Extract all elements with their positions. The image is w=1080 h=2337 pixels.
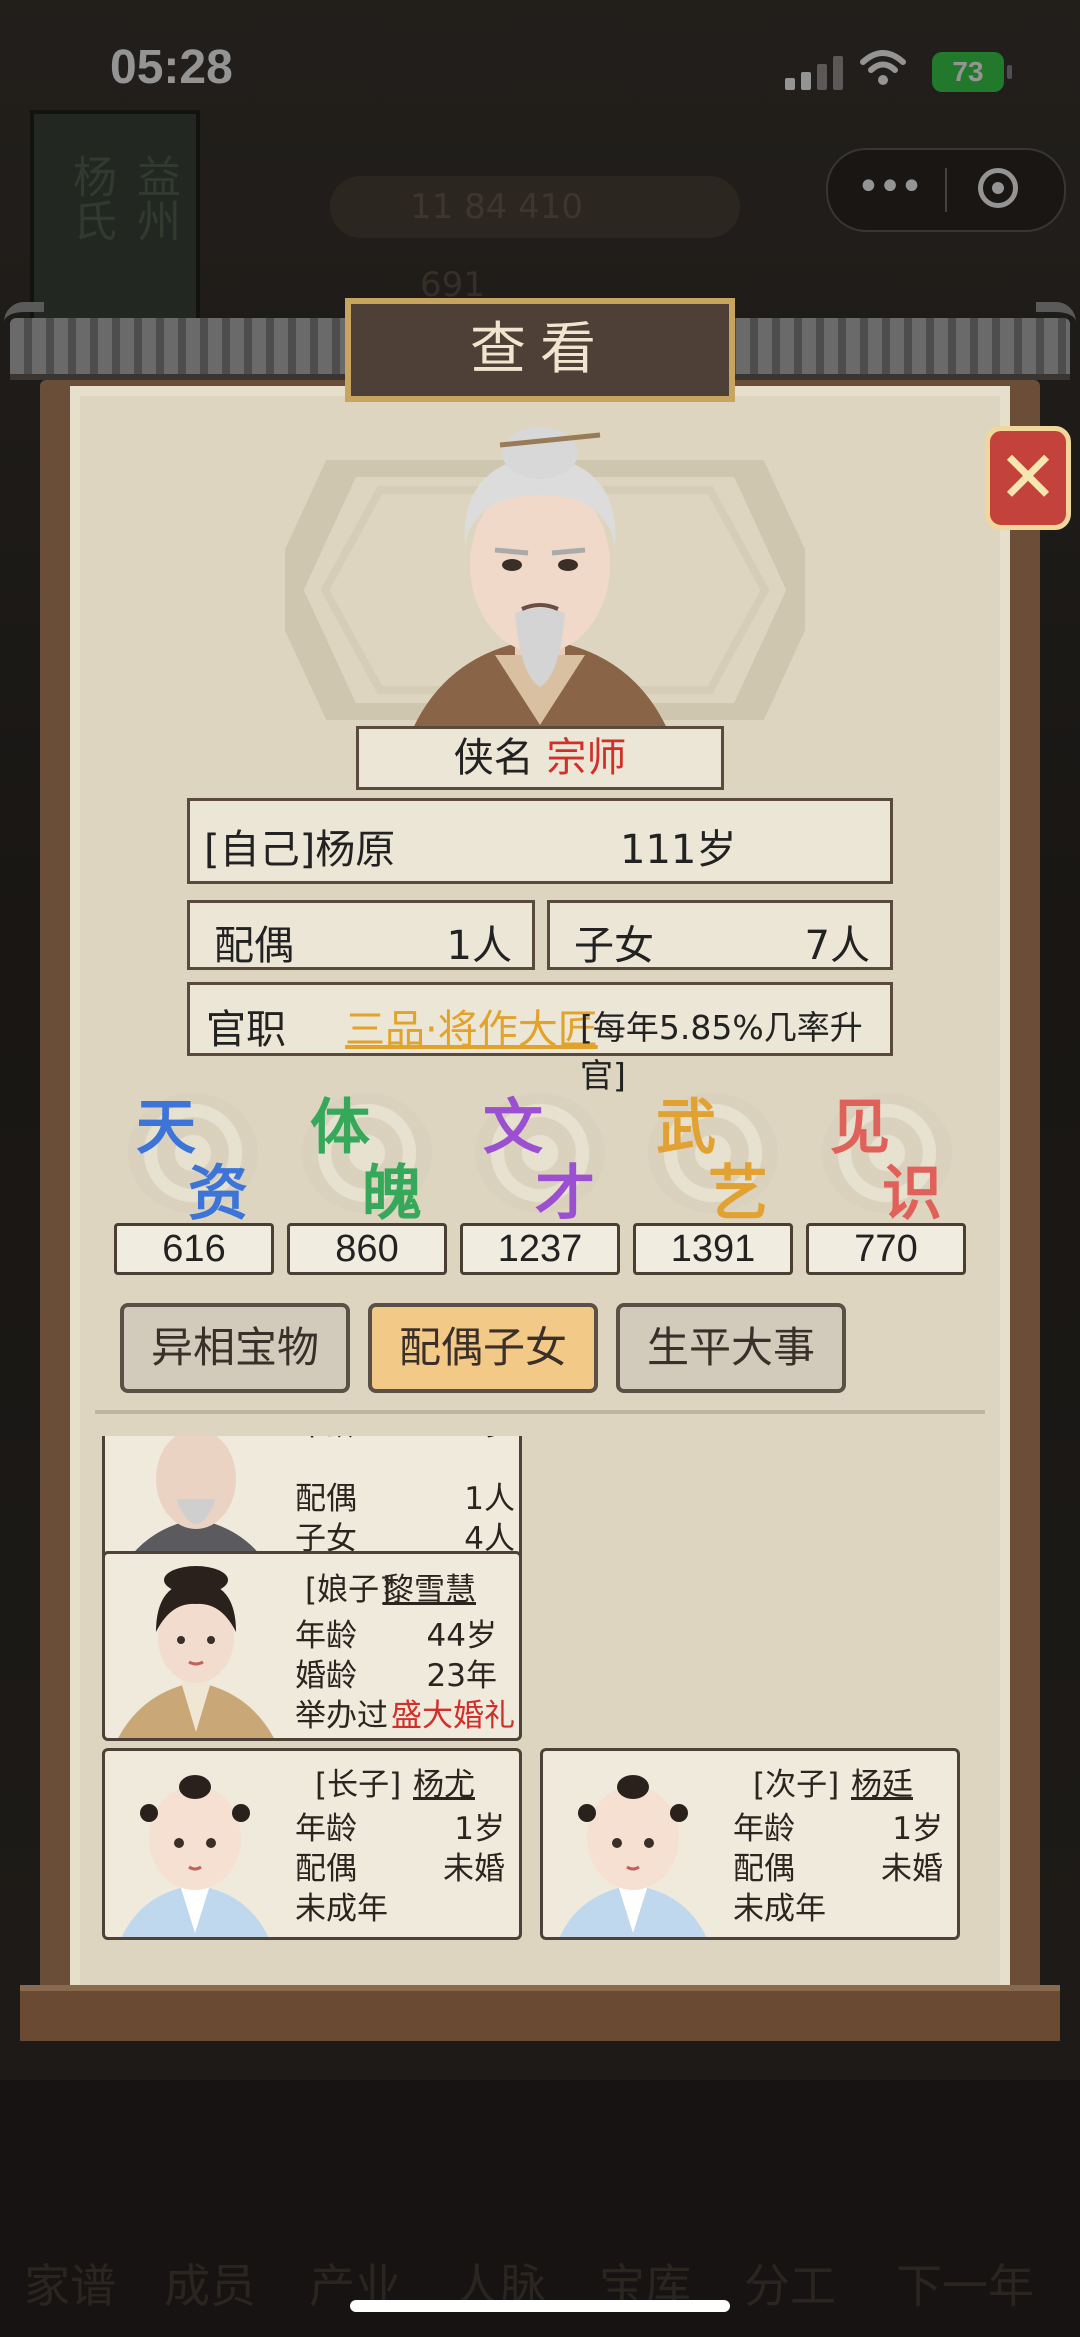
eldest-status: 未成年 — [295, 1891, 388, 1927]
physique-value: 860 — [287, 1223, 447, 1275]
knowledge-char-1: 见 — [830, 1093, 890, 1163]
eldest-age-row: 年龄 1岁 — [295, 1803, 515, 1847]
identity-box: [自己]杨原 111岁 — [187, 798, 893, 884]
family-card-wife[interactable]: [娘子] 黎雪慧 年龄 44岁 婚龄 23年 举办过 盛大婚礼 — [102, 1551, 522, 1741]
eldest-spouse-row: 配偶 未婚 — [295, 1843, 515, 1887]
children-label: 子女 — [574, 923, 654, 969]
home-indicator — [350, 2300, 730, 2312]
family-card-eldest-son[interactable]: [长子] 杨尤 年龄 1岁 配偶 未婚 未成年 — [102, 1748, 522, 1940]
modal-base — [20, 1985, 1060, 2041]
martial-icon: 武艺 — [638, 1075, 788, 1229]
spouse-count-box: 配偶 1人 — [187, 900, 535, 970]
eldest-spouse-value: 未婚 — [443, 1851, 505, 1887]
second-name[interactable]: 杨廷 — [851, 1759, 913, 1804]
second-spouse-label: 配偶 — [733, 1851, 795, 1887]
modal-title: 查看 — [345, 298, 735, 402]
wife-age-label: 年龄 — [295, 1618, 357, 1654]
partial-children-row: 子女 4人 — [295, 1513, 515, 1557]
eldest-title: [长子] — [315, 1767, 402, 1803]
eldest-status-row: 未成年 — [295, 1883, 515, 1927]
office-label: 官职 — [206, 1007, 286, 1053]
tab-treasures[interactable]: 异相宝物 — [120, 1303, 350, 1393]
close-button[interactable]: ✕ — [985, 426, 1071, 530]
talent-icon: 天资 — [118, 1075, 268, 1229]
eldest-age-label: 年龄 — [295, 1811, 357, 1847]
second-status-row: 未成年 — [733, 1883, 953, 1927]
second-age-row: 年龄 1岁 — [733, 1803, 953, 1847]
wife-title: [娘子] — [305, 1572, 392, 1608]
literary-icon: 文才 — [465, 1075, 615, 1229]
knowledge-icon: 见识 — [812, 1075, 962, 1229]
second-title-row: [次子] 杨廷 — [733, 1759, 953, 1803]
hero-title-value: 宗师 — [546, 735, 627, 781]
eldest-spouse-label: 配偶 — [295, 1851, 357, 1887]
partial-spouse-label: 配偶 — [295, 1481, 357, 1517]
character-age: 111岁 — [620, 827, 737, 873]
second-spouse-row: 配偶 未婚 — [733, 1843, 953, 1887]
eldest-son-portrait — [121, 1775, 269, 1937]
hero-title-label: 侠名 — [453, 735, 534, 781]
eldest-title-row: [长子] 杨尤 — [295, 1759, 515, 1803]
eldest-age-value: 1岁 — [454, 1811, 505, 1847]
close-icon: ✕ — [997, 435, 1059, 519]
wife-portrait — [118, 1566, 274, 1738]
partial-spouse-value: 1人 — [464, 1481, 515, 1517]
literary-char-2: 才 — [535, 1159, 595, 1229]
wife-title-row: [娘子] 黎雪慧 — [295, 1564, 515, 1608]
second-age-label: 年龄 — [733, 1811, 795, 1847]
spouse-count: 1人 — [446, 923, 512, 969]
wife-wedding-row: 举办过 盛大婚礼 — [295, 1690, 519, 1734]
wife-age-row: 年龄 44岁 — [295, 1610, 515, 1654]
eldest-name[interactable]: 杨尤 — [413, 1759, 475, 1804]
partial-spouse-row: 配偶 1人 — [295, 1473, 515, 1517]
spouse-label: 配偶 — [214, 923, 294, 969]
children-count-box: 子女 7人 — [547, 900, 893, 970]
martial-char-2: 艺 — [708, 1159, 768, 1229]
character-name: [自己]杨原 — [204, 827, 396, 873]
physique-char-2: 魄 — [362, 1159, 422, 1229]
wife-wedding-type: 盛大婚礼 — [391, 1698, 515, 1734]
wife-marriage-value: 23年 — [426, 1658, 497, 1694]
martial-char-1: 武 — [656, 1093, 716, 1163]
family-card-second-son[interactable]: [次子] 杨廷 年龄 1岁 配偶 未婚 未成年 — [540, 1748, 960, 1940]
character-portrait — [410, 427, 670, 735]
second-title: [次子] — [753, 1767, 840, 1803]
tab-divider — [95, 1410, 985, 1414]
tab-life-events[interactable]: 生平大事 — [616, 1303, 846, 1393]
children-count: 7人 — [804, 923, 870, 969]
martial-value: 1391 — [633, 1223, 793, 1275]
literary-value: 1237 — [460, 1223, 620, 1275]
family-list[interactable]: 年龄 72岁 配偶 1人 子女 4人 [娘子] 黎雪慧 年龄 44岁 — [100, 1436, 980, 1946]
second-status: 未成年 — [733, 1891, 826, 1927]
wife-held-label: 举办过 — [295, 1698, 388, 1734]
wife-marriage-row: 婚龄 23年 — [295, 1650, 515, 1694]
talent-value: 616 — [114, 1223, 274, 1275]
office-title-link[interactable]: 三品·将作大匠 — [345, 997, 598, 1055]
second-son-portrait — [559, 1775, 707, 1937]
partial-age-label: 年龄 — [295, 1436, 357, 1444]
wife-name[interactable]: 黎雪慧 — [383, 1564, 476, 1609]
wife-age-value: 44岁 — [426, 1618, 497, 1654]
second-spouse-value: 未婚 — [881, 1851, 943, 1887]
talent-char-2: 资 — [188, 1159, 248, 1229]
talent-char-1: 天 — [136, 1093, 196, 1163]
physique-icon: 体魄 — [292, 1075, 442, 1229]
physique-char-1: 体 — [310, 1093, 370, 1163]
knowledge-char-2: 识 — [882, 1159, 942, 1229]
hero-title-box: 侠名 宗师 — [356, 726, 724, 790]
literary-char-1: 文 — [483, 1093, 543, 1163]
second-age-value: 1岁 — [892, 1811, 943, 1847]
office-box: 官职 三品·将作大匠 [每年5.85%几率升官] — [187, 982, 893, 1095]
wife-marriage-label: 婚龄 — [295, 1658, 357, 1694]
partial-age-row: 年龄 72岁 — [295, 1436, 515, 1443]
knowledge-value: 770 — [806, 1223, 966, 1275]
partial-age-value: 72岁 — [445, 1436, 515, 1444]
tab-family[interactable]: 配偶子女 — [368, 1303, 598, 1393]
